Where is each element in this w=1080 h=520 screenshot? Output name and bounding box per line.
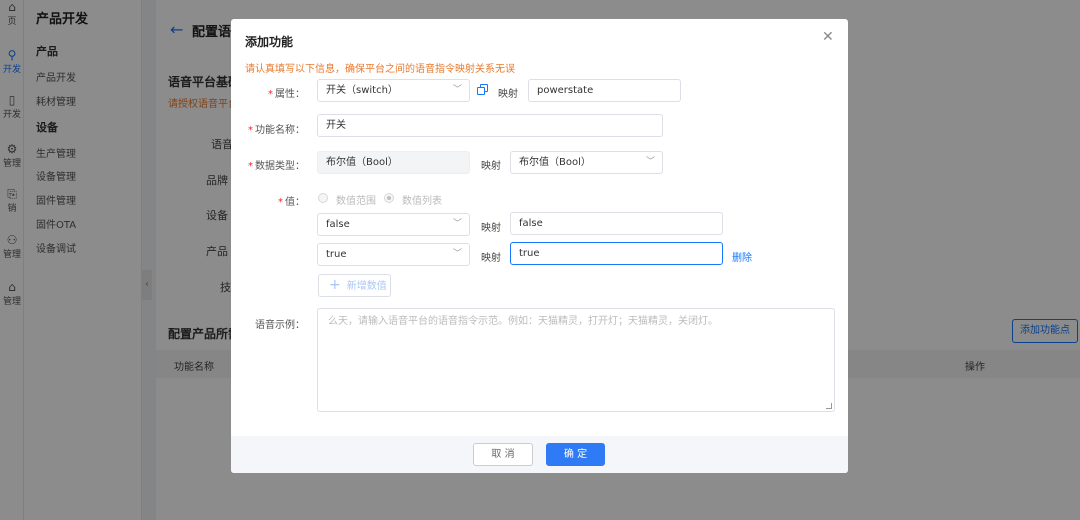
datatype-map-select[interactable]: 布尔值（Bool） ﹀ <box>510 151 663 174</box>
voice-example-textarea[interactable]: 么天，请输入语音平台的语音指令示范。例如：天猫精灵，打开灯；天猫精灵，关闭灯。 <box>317 308 835 412</box>
chevron-down-icon: ﹀ <box>452 249 462 259</box>
close-icon[interactable]: ✕ <box>822 29 834 45</box>
attribute-map-input[interactable]: powerstate <box>528 79 681 102</box>
radio-range-label: 数值范围 <box>336 196 376 207</box>
value-select-true[interactable]: true ﹀ <box>317 243 470 266</box>
value-map-label: 映射 <box>481 223 501 234</box>
chevron-down-icon: ﹀ <box>452 219 462 229</box>
value-map-input-false[interactable]: false <box>510 212 723 235</box>
copy-icon[interactable] <box>477 84 488 95</box>
radio-range <box>318 193 328 203</box>
chevron-down-icon: ﹀ <box>645 157 655 167</box>
radio-list <box>384 193 394 203</box>
datatype-map-label: 映射 <box>481 161 501 172</box>
add-value-button[interactable]: + 新增数值 <box>318 274 391 297</box>
value-map-label: 映射 <box>481 253 501 264</box>
confirm-button[interactable]: 确 定 <box>546 443 605 466</box>
feature-name-input[interactable]: 开关 <box>317 114 663 137</box>
value-label: * 值： <box>278 197 305 208</box>
attribute-map-label: 映射 <box>498 89 518 100</box>
value-map-input-true[interactable]: true <box>510 242 723 265</box>
datatype-label: * 数据类型： <box>248 161 305 172</box>
plus-icon: + <box>329 277 341 293</box>
attribute-label: * 属性： <box>268 89 305 100</box>
modal-footer: 取 消 确 定 <box>231 436 848 473</box>
cancel-button[interactable]: 取 消 <box>473 443 533 466</box>
chevron-down-icon: ﹀ <box>452 85 462 95</box>
delete-value-link[interactable]: 删除 <box>732 249 752 264</box>
attribute-select[interactable]: 开关（switch） ﹀ <box>317 79 470 102</box>
voice-example-label: 语音示例： <box>255 320 305 331</box>
feature-name-label: * 功能名称： <box>248 125 305 136</box>
radio-list-label: 数值列表 <box>402 196 442 207</box>
value-select-false[interactable]: false ﹀ <box>317 213 470 236</box>
modal-notice: 请认真填写以下信息，确保平台之间的语音指令映射关系无误 <box>245 64 515 75</box>
add-feature-modal: 添加功能 ✕ 请认真填写以下信息，确保平台之间的语音指令映射关系无误 * 属性： … <box>231 19 848 473</box>
resize-handle-icon[interactable] <box>826 403 832 409</box>
datatype-input: 布尔值（Bool） <box>317 151 470 174</box>
modal-title: 添加功能 <box>245 35 294 49</box>
